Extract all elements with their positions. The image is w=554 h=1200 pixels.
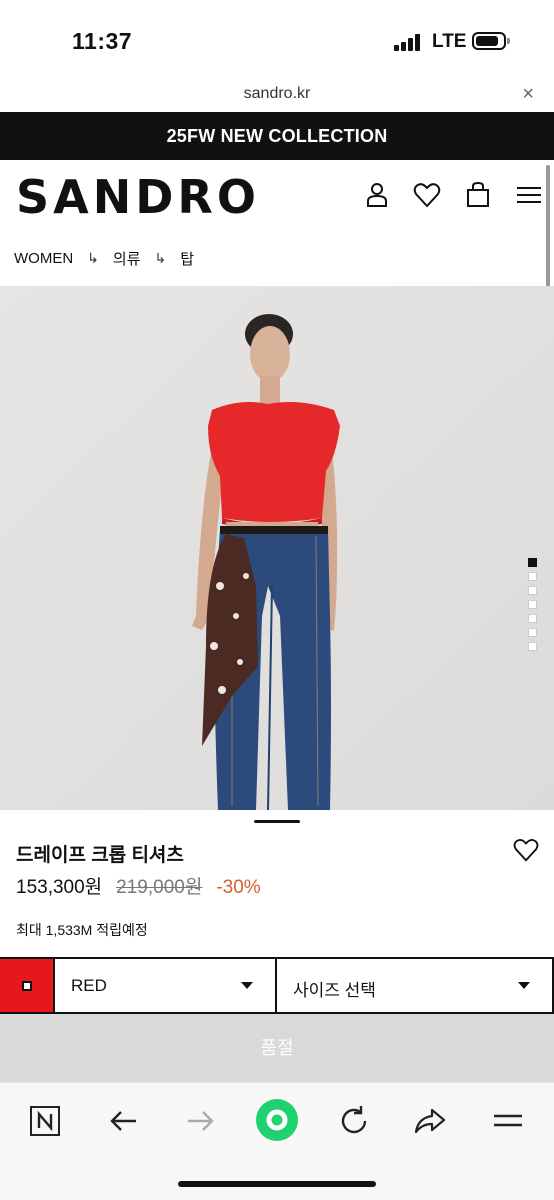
back-arrow-icon[interactable]	[104, 1101, 144, 1141]
option-selectors: RED 사이즈 선택	[0, 957, 554, 1014]
network-label: LTE	[432, 31, 467, 52]
page-scrollbar[interactable]	[546, 165, 550, 300]
breadcrumb-item-women[interactable]: WOMEN	[14, 250, 73, 267]
product-name: 드레이프 크롭 티셔츠	[16, 845, 184, 866]
reload-icon[interactable]	[334, 1101, 374, 1141]
reward-points: 최대 1,533M 적립예정	[16, 922, 148, 938]
model-photo	[0, 286, 554, 810]
breadcrumb-separator: ↳	[154, 250, 167, 266]
promo-banner[interactable]: 25FW NEW COLLECTION	[0, 112, 554, 160]
breadcrumb-separator: ↳	[87, 250, 99, 266]
product-image[interactable]	[0, 286, 554, 810]
breadcrumb: WOMEN ↳ 의류 ↳ 탑	[14, 248, 194, 269]
size-select[interactable]: 사이즈 선택	[277, 959, 554, 1012]
color-select-value: RED	[71, 976, 107, 995]
breadcrumb-item-clothing[interactable]: 의류	[113, 248, 141, 269]
color-select[interactable]: RED	[55, 959, 277, 1012]
original-price: 219,000원	[116, 877, 203, 898]
size-select-placeholder: 사이즈 선택	[293, 981, 376, 1000]
discount-rate: -30%	[216, 877, 261, 898]
breadcrumb-item-tops[interactable]: 탑	[180, 248, 194, 269]
url-bar[interactable]: sandro.kr ×	[0, 78, 554, 112]
price-row: 153,300원 219,000원 -30%	[16, 872, 261, 899]
gallery-dot[interactable]	[528, 614, 537, 623]
heart-icon[interactable]	[412, 180, 442, 210]
battery-icon	[472, 32, 510, 50]
naver-green-dot-icon[interactable]	[254, 1097, 300, 1143]
gallery-dot[interactable]	[528, 586, 537, 595]
gallery-dot[interactable]	[528, 558, 537, 567]
status-time: 11:37	[72, 28, 133, 54]
gallery-pagination	[528, 558, 537, 656]
gallery-dot[interactable]	[528, 600, 537, 609]
signal-icon	[394, 33, 422, 51]
naver-n-icon[interactable]	[26, 1101, 66, 1141]
color-swatch[interactable]	[0, 959, 55, 1012]
sandro-logo[interactable]: SANDRO	[16, 170, 260, 224]
forward-arrow-icon[interactable]	[180, 1101, 220, 1141]
url-text[interactable]: sandro.kr	[0, 85, 554, 103]
chevron-down-icon	[241, 982, 253, 989]
gallery-dot[interactable]	[528, 642, 537, 651]
close-icon[interactable]: ×	[522, 83, 534, 106]
home-indicator[interactable]	[178, 1181, 376, 1187]
gallery-dot[interactable]	[528, 628, 537, 637]
menu-lines-icon[interactable]	[488, 1101, 528, 1141]
shopping-bag-icon[interactable]	[463, 180, 493, 210]
status-bar: 11:37 LTE	[0, 0, 554, 78]
sale-price: 153,300원	[16, 877, 103, 898]
chevron-down-icon	[518, 982, 530, 989]
wishlist-heart-icon[interactable]	[512, 836, 540, 864]
sheet-drag-handle[interactable]	[254, 820, 300, 823]
menu-icon[interactable]	[514, 180, 544, 210]
sold-out-button[interactable]: 품절	[0, 1014, 554, 1082]
share-icon[interactable]	[410, 1101, 450, 1141]
gallery-dot[interactable]	[528, 572, 537, 581]
account-icon[interactable]	[362, 180, 392, 210]
site-header: SANDRO	[0, 160, 554, 230]
